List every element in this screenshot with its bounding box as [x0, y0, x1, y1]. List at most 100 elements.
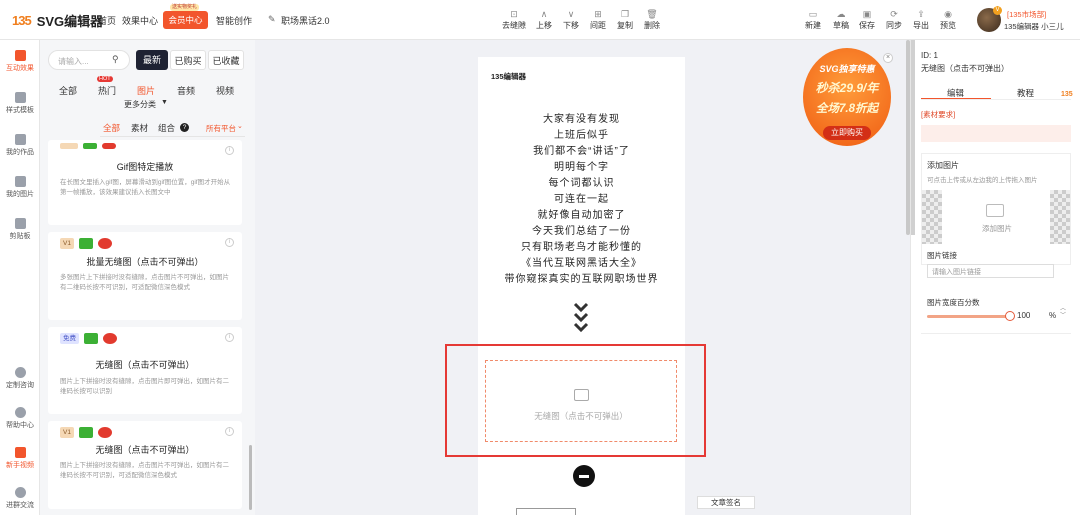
nav-home[interactable]: 首页	[98, 14, 116, 27]
more-categories[interactable]: 更多分类	[124, 99, 156, 110]
block-id: ID: 1	[921, 51, 938, 60]
subtab-all[interactable]: 全部	[103, 122, 120, 134]
info-icon[interactable]: i	[225, 333, 234, 342]
subtab-material[interactable]: 素材	[131, 122, 148, 134]
buy-now-button[interactable]: 立即购买	[823, 126, 871, 140]
rail-label: 帮助中心	[6, 422, 34, 429]
promo-banner[interactable]: SVG独享特惠 秒杀29.9/年 全场7.8折起 立即购买	[803, 48, 891, 146]
signature-button[interactable]: 文章签名	[697, 496, 755, 509]
tool-new-label: 新建	[805, 21, 821, 30]
cat-audio[interactable]: 音频	[177, 84, 195, 97]
cube-icon	[14, 50, 26, 61]
card-title: 无缝图（点击不可弹出）	[95, 445, 195, 455]
cat-all[interactable]: 全部	[59, 84, 77, 97]
rail-help[interactable]: 帮助中心	[0, 407, 40, 430]
tool-sync[interactable]: ⟳ 同步	[881, 8, 907, 31]
poem-line: 可连在一起	[554, 194, 609, 205]
cat-hot[interactable]: 热门	[98, 84, 116, 97]
rail-interactive[interactable]: 互动效果	[0, 50, 40, 73]
free-badge: 免费	[60, 333, 79, 344]
rail-templates[interactable]: 样式模板	[0, 92, 40, 115]
tool-preview[interactable]: ◉ 预览	[935, 8, 961, 31]
remove-block-icon[interactable]	[573, 465, 595, 487]
seam-icon: ⊡	[510, 9, 518, 19]
rail-label: 互动效果	[6, 65, 34, 72]
tool-preview-label: 预览	[940, 21, 956, 30]
info-icon[interactable]: i	[225, 427, 234, 436]
promo-line1: SVG独享特惠	[819, 64, 875, 74]
tool-delete[interactable]: 🗑 删除	[639, 8, 665, 31]
cat-video[interactable]: 视频	[216, 84, 234, 97]
divider	[921, 333, 1071, 334]
rail-works[interactable]: 我的作品	[0, 134, 40, 157]
next-block[interactable]	[516, 508, 576, 515]
tool-draft[interactable]: ☁ 草稿	[828, 8, 854, 31]
material-card[interactable]: V1 i 无缝图（点击不可弹出） 图片上下拼接时没有缝隙，点击图片不可弹出，如图…	[48, 421, 242, 509]
tool-spacing-label: 间距	[590, 21, 606, 30]
image-link-input[interactable]: 请输入图片链接	[927, 264, 1054, 278]
hot-tag: HOT	[97, 76, 113, 82]
doc-title[interactable]: 职场黑话2.0	[281, 14, 330, 27]
tool-down[interactable]: ∨ 下移	[558, 8, 584, 31]
filter-favorites[interactable]: 已收藏	[208, 50, 244, 70]
poem-line: 就好像自动加密了	[537, 210, 626, 221]
search-icon[interactable]: ⚲	[112, 54, 119, 65]
width-slider[interactable]	[927, 315, 1007, 318]
tool-seam[interactable]: ⊡ 去缝隙	[501, 8, 527, 31]
material-card[interactable]: V1 i 批量无缝图（点击不可弹出） 多张图片上下拼接时没有缝隙，点击图片不可弹…	[48, 232, 242, 320]
tool-copy[interactable]: ❐ 复制	[612, 8, 638, 31]
rail-images[interactable]: 我的图片	[0, 176, 40, 199]
rail-videos[interactable]: 新手视频	[0, 447, 40, 470]
info-icon[interactable]: i	[225, 146, 234, 155]
weibo-icon	[97, 238, 112, 249]
add-image-button[interactable]: 添加图片	[922, 223, 1072, 234]
filter-newest[interactable]: 最新	[136, 50, 168, 70]
width-value[interactable]: 100	[1017, 311, 1030, 320]
tool-save[interactable]: ▣ 保存	[854, 8, 880, 31]
chevron-down-icon[interactable]: ⌄	[237, 122, 243, 130]
edit-title-icon[interactable]: ✎	[268, 14, 276, 25]
rail-clipboard[interactable]: 剪贴板	[0, 218, 40, 241]
tool-save-label: 保存	[859, 21, 875, 30]
tool-new[interactable]: ▭ 新建	[800, 8, 826, 31]
user-org[interactable]: [135市场部]	[1007, 9, 1046, 20]
poem-line: 带你窥探真实的互联网职场世界	[504, 274, 659, 285]
tool-spacing[interactable]: ⊞ 间距	[585, 8, 611, 31]
card-badges: V1	[60, 238, 112, 249]
rail-consult[interactable]: 定制咨询	[0, 367, 40, 390]
tab-tutorial[interactable]: 教程	[1017, 87, 1034, 99]
subtab-combo[interactable]: 组合	[158, 122, 175, 134]
spacing-icon: ⊞	[594, 9, 602, 19]
tool-export[interactable]: ⇪ 导出	[908, 8, 934, 31]
cat-image[interactable]: 图片	[137, 84, 155, 97]
copy-icon: ❐	[620, 9, 630, 19]
panel-scrollbar[interactable]	[249, 445, 252, 510]
tool-delete-label: 删除	[644, 21, 660, 30]
tool-up[interactable]: ∧ 上移	[531, 8, 557, 31]
panel-scrollbar[interactable]	[911, 40, 915, 235]
seamless-image-placeholder[interactable]: 无缝图（点击不可弹出）	[485, 360, 677, 442]
logo-text: SVG编辑器	[36, 14, 104, 29]
slider-handle[interactable]	[1005, 311, 1015, 321]
platform-filter[interactable]: 所有平台	[206, 123, 236, 134]
app-logo[interactable]: 135 SVG编辑器	[12, 11, 103, 30]
nav-effects[interactable]: 效果中心	[122, 14, 158, 27]
stepper-icon[interactable]: ︿ ﹀	[1060, 306, 1066, 320]
nav-smart[interactable]: 智能创作	[216, 14, 252, 27]
info-icon[interactable]: i	[225, 238, 234, 247]
image-upload-icon[interactable]	[986, 204, 1004, 217]
material-card[interactable]: i Gif图特定播放 在长图文里插入gif图，屏幕滑动到gif图位置，gif图才…	[48, 140, 242, 225]
vip-button[interactable]: 会员中心	[163, 11, 208, 29]
help-icon[interactable]: ?	[180, 123, 189, 132]
filter-bought[interactable]: 已购买	[170, 50, 206, 70]
add-image-title: 添加图片	[927, 161, 959, 170]
user-name[interactable]: 135编辑器 小三儿	[1004, 21, 1064, 32]
rail-label: 我的作品	[6, 149, 34, 156]
delete-icon: 🗑	[646, 9, 658, 19]
caret-down-icon[interactable]: ▼	[161, 99, 168, 106]
template-icon	[14, 92, 26, 103]
close-icon[interactable]: ×	[883, 53, 893, 63]
rail-group[interactable]: 进群交流	[0, 487, 40, 510]
material-card[interactable]: 免费 i 无缝图（点击不可弹出） 图片上下拼接时没有缝隙，点击图片即可弹出，如图…	[48, 327, 242, 414]
poem-line: 我们都不会“讲话”了	[533, 146, 630, 157]
